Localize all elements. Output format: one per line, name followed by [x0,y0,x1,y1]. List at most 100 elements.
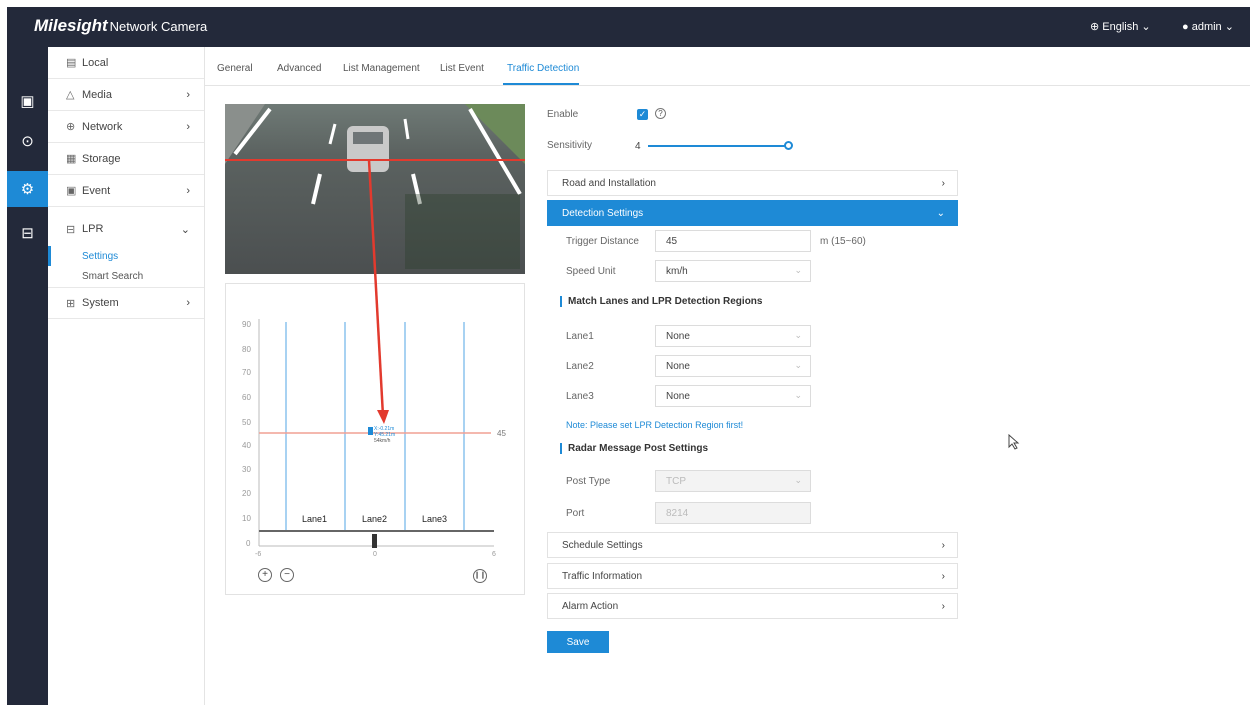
playback-icon[interactable]: ⊙ [7,123,48,159]
y-tick: 20 [242,489,251,498]
chevron-down-icon: ⌄ [1141,21,1151,33]
sidebar-item-storage[interactable]: ▦ Storage [48,143,204,175]
tab-general[interactable]: General [217,63,253,74]
chevron-right-icon: › [186,297,190,309]
language-label: English [1102,21,1139,33]
user-menu[interactable]: ● admin ⌄ [1182,20,1234,33]
save-button[interactable]: Save [547,631,609,653]
schedule-settings-section[interactable]: Schedule Settings › [547,532,958,558]
section-label: Traffic Information [562,570,643,582]
speed-unit-label: Speed Unit [566,266,616,277]
select-value: None [666,360,690,372]
user-label: admin [1191,21,1222,33]
sidebar-item-local[interactable]: ▤ Local [48,47,204,79]
enable-checkbox[interactable]: ✓ [637,109,648,120]
y-tick: 40 [242,441,251,450]
select-value: km/h [666,265,688,277]
select-value: TCP [666,475,686,487]
tab-list-management[interactable]: List Management [343,63,420,74]
trigger-distance-hint: m (15~60) [820,236,866,247]
lane-label: Lane3 [422,514,447,524]
sidebar-item-label: Network [82,120,123,133]
tab-traffic-detection[interactable]: Traffic Detection [507,63,579,74]
lane2-label: Lane2 [566,361,594,372]
traffic-information-section[interactable]: Traffic Information › [547,563,958,589]
chevron-right-icon: › [186,88,190,101]
language-selector[interactable]: ⊕ English ⌄ [1090,20,1151,33]
car-icon: ⊟ [66,223,76,236]
chevron-right-icon: › [186,120,190,133]
sidebar-sub-settings[interactable]: Settings [48,246,204,266]
y-tick: 10 [242,514,251,523]
chevron-right-icon: › [941,539,945,551]
trigger-distance-input[interactable]: 45 [655,230,811,252]
sidebar-item-label: Storage [82,152,121,165]
chevron-down-icon: ⌄ [794,330,802,340]
port-label: Port [566,508,585,519]
mouse-cursor-icon [1008,434,1020,450]
detection-settings-section[interactable]: Detection Settings ⌄ [547,200,958,226]
select-value: None [666,390,690,402]
select-value: None [666,330,690,342]
sensitivity-slider-handle[interactable] [784,141,793,150]
sidebar-item-network[interactable]: ⊕ Network › [48,111,204,143]
zoom-out-icon[interactable]: − [280,568,294,582]
alarm-action-section[interactable]: Alarm Action › [547,593,958,619]
event-icon: ▣ [66,185,77,197]
post-type-label: Post Type [566,476,611,487]
sidebar-sub-smart-search[interactable]: Smart Search [48,266,204,286]
sidebar-item-label: System [82,297,119,309]
lane2-select[interactable]: None ⌄ [655,355,811,377]
sidebar-item-media[interactable]: △ Media › [48,79,204,111]
system-icon: ⊞ [66,297,76,310]
x-tick: 0 [373,551,377,558]
sidebar-item-event[interactable]: ▣ Event › [48,175,204,207]
sensitivity-label: Sensitivity [547,140,593,151]
sidebar-item-system[interactable]: ⊞ System › [48,287,204,319]
port-input[interactable]: 8214 [655,502,811,524]
chevron-right-icon: › [941,177,945,189]
live-view-icon[interactable]: ▣ [7,83,48,119]
chevron-down-icon: ⌄ [180,223,190,236]
speed-unit-select[interactable]: km/h ⌄ [655,260,811,282]
chevron-right-icon: › [941,600,945,612]
storage-icon: ▦ [66,153,77,165]
annotation-arrow [367,159,389,424]
zoom-in-icon[interactable]: + [258,568,272,582]
road-installation-section[interactable]: Road and Installation › [547,170,958,196]
chevron-down-icon: ⌄ [794,360,802,370]
trigger-distance-label: Trigger Distance [566,236,639,247]
settings-icon[interactable]: ⚙ [7,171,48,207]
tab-list-event[interactable]: List Event [440,63,484,74]
logo-product: Network Camera [109,19,208,34]
lane-label: Lane1 [302,514,327,524]
help-icon[interactable]: ? [655,108,666,119]
chevron-right-icon: › [186,184,190,197]
lane1-select[interactable]: None ⌄ [655,325,811,347]
section-label: Schedule Settings [562,539,643,551]
post-type-select[interactable]: TCP ⌄ [655,470,811,492]
section-label: Detection Settings [562,207,644,219]
sidebar-item-label: LPR [82,223,104,235]
lane1-label: Lane1 [566,331,594,342]
sidebar-item-lpr[interactable]: ⊟ LPR ⌄ [48,213,204,245]
lane-label: Lane2 [362,514,387,524]
radar-sensor [372,534,377,548]
lane3-select[interactable]: None ⌄ [655,385,811,407]
globe-icon: ⊕ [1090,21,1100,33]
logo: Milesight Network Camera [34,16,207,36]
logo-brand: Milesight [34,16,108,35]
pause-icon[interactable]: ❙❙ [473,569,487,583]
chevron-right-icon: › [941,570,945,582]
sidebar-item-label: Event [82,184,111,197]
tab-divider [205,85,1250,86]
chevron-down-icon: ⌄ [794,475,802,485]
lane3-label: Lane3 [566,391,594,402]
globe-icon: ⊕ [66,121,76,133]
sensitivity-slider-track[interactable] [648,145,788,147]
vehicle-icon[interactable]: ⊟ [7,215,48,251]
section-label: Road and Installation [562,177,656,189]
y-tick: 0 [246,539,251,548]
tab-advanced[interactable]: Advanced [277,63,321,74]
target-speed-label: 54km/h [374,438,391,444]
